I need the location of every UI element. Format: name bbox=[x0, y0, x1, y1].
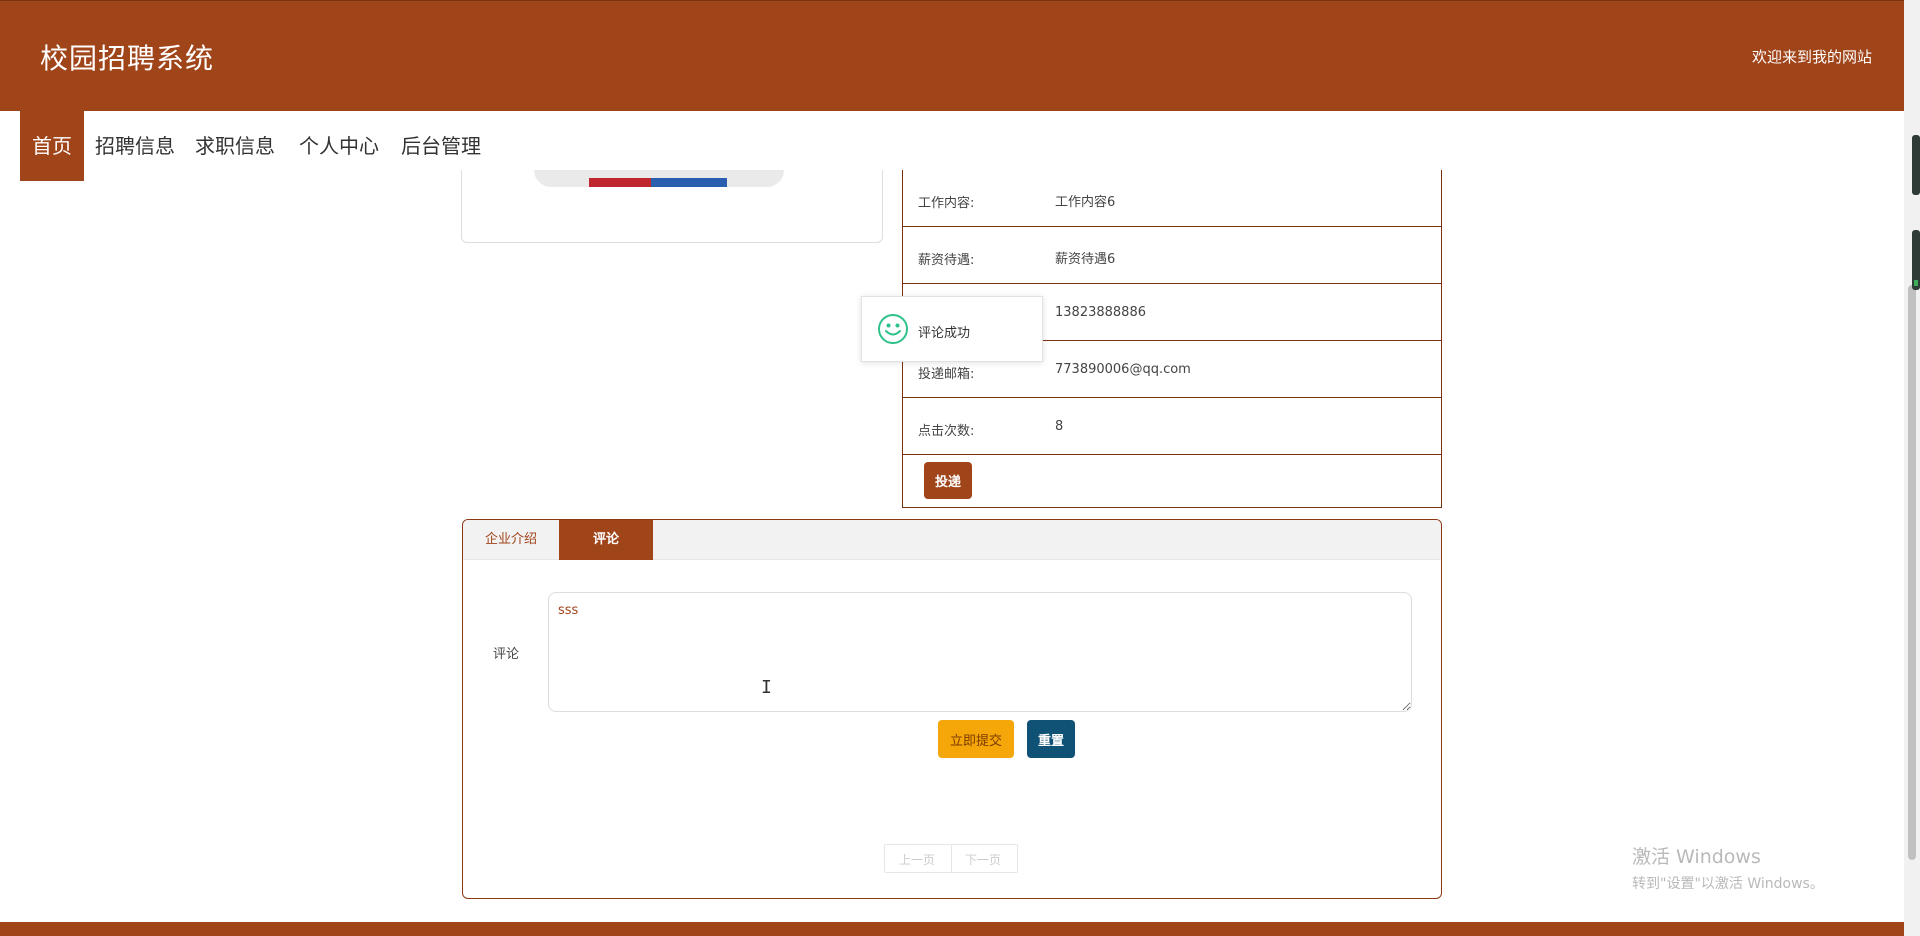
welcome-text: 欢迎来到我的网站 bbox=[1751, 48, 1872, 66]
company-image-card bbox=[461, 170, 883, 243]
tab-panel: 企业介绍 评论 评论 I 立即提交 重置 上一页 下一页 bbox=[462, 519, 1442, 899]
reset-button[interactable]: 重置 bbox=[1027, 720, 1075, 758]
detail-label: 点击次数: bbox=[918, 424, 975, 439]
nav-item-resumes[interactable]: 求职信息 bbox=[195, 111, 275, 181]
next-page-button[interactable]: 下一页 bbox=[965, 851, 1001, 868]
tab-company-intro[interactable]: 企业介绍 bbox=[463, 520, 559, 560]
nav-item-home[interactable]: 首页 bbox=[20, 111, 84, 181]
detail-label: 工作内容: bbox=[918, 196, 975, 211]
watermark-subtitle: 转到"设置"以激活 Windows。 bbox=[1632, 876, 1824, 892]
pagination: 上一页 下一页 bbox=[884, 844, 1018, 873]
scrollbar-thumb[interactable] bbox=[1908, 285, 1916, 860]
smile-icon bbox=[878, 314, 908, 344]
submit-comment-button[interactable]: 立即提交 bbox=[938, 720, 1014, 758]
detail-value: 13823888886 bbox=[1055, 305, 1146, 320]
watermark-title: 激活 Windows bbox=[1632, 846, 1761, 868]
tab-comments[interactable]: 评论 bbox=[559, 520, 653, 560]
site-header: 校园招聘系统 欢迎来到我的网站 bbox=[0, 0, 1904, 111]
prev-page-button[interactable]: 上一页 bbox=[899, 851, 935, 868]
detail-row-content: 工作内容: 工作内容6 bbox=[903, 170, 1441, 227]
detail-value: 薪资待遇6 bbox=[1055, 252, 1116, 267]
detail-row-clicks: 点击次数: 8 bbox=[903, 398, 1441, 455]
windows-activation-watermark: 激活 Windows 转到"设置"以激活 Windows。 bbox=[1632, 842, 1824, 893]
nav-item-profile[interactable]: 个人中心 bbox=[299, 111, 379, 181]
site-title: 校园招聘系统 bbox=[40, 42, 215, 75]
site-footer bbox=[0, 922, 1904, 936]
detail-label: 薪资待遇: bbox=[918, 253, 975, 268]
toast-message: 评论成功 bbox=[918, 326, 971, 341]
detail-value: 773890006@qq.com bbox=[1055, 362, 1191, 377]
company-image bbox=[534, 170, 784, 187]
success-toast: 评论成功 bbox=[861, 296, 1043, 362]
nav-item-jobs[interactable]: 招聘信息 bbox=[95, 111, 175, 181]
tab-bar: 企业介绍 评论 bbox=[463, 520, 1441, 560]
side-widget-indicator bbox=[1912, 230, 1920, 290]
detail-value: 工作内容6 bbox=[1055, 195, 1116, 210]
side-widget bbox=[1912, 135, 1920, 195]
comment-label: 评论 bbox=[493, 647, 520, 662]
detail-label: 投递邮箱: bbox=[918, 367, 975, 382]
apply-button[interactable]: 投递 bbox=[924, 462, 972, 499]
detail-row-salary: 薪资待遇: 薪资待遇6 bbox=[903, 227, 1441, 284]
comment-input[interactable] bbox=[548, 592, 1412, 712]
text-cursor-icon: I bbox=[761, 677, 772, 698]
detail-value: 8 bbox=[1055, 419, 1064, 434]
